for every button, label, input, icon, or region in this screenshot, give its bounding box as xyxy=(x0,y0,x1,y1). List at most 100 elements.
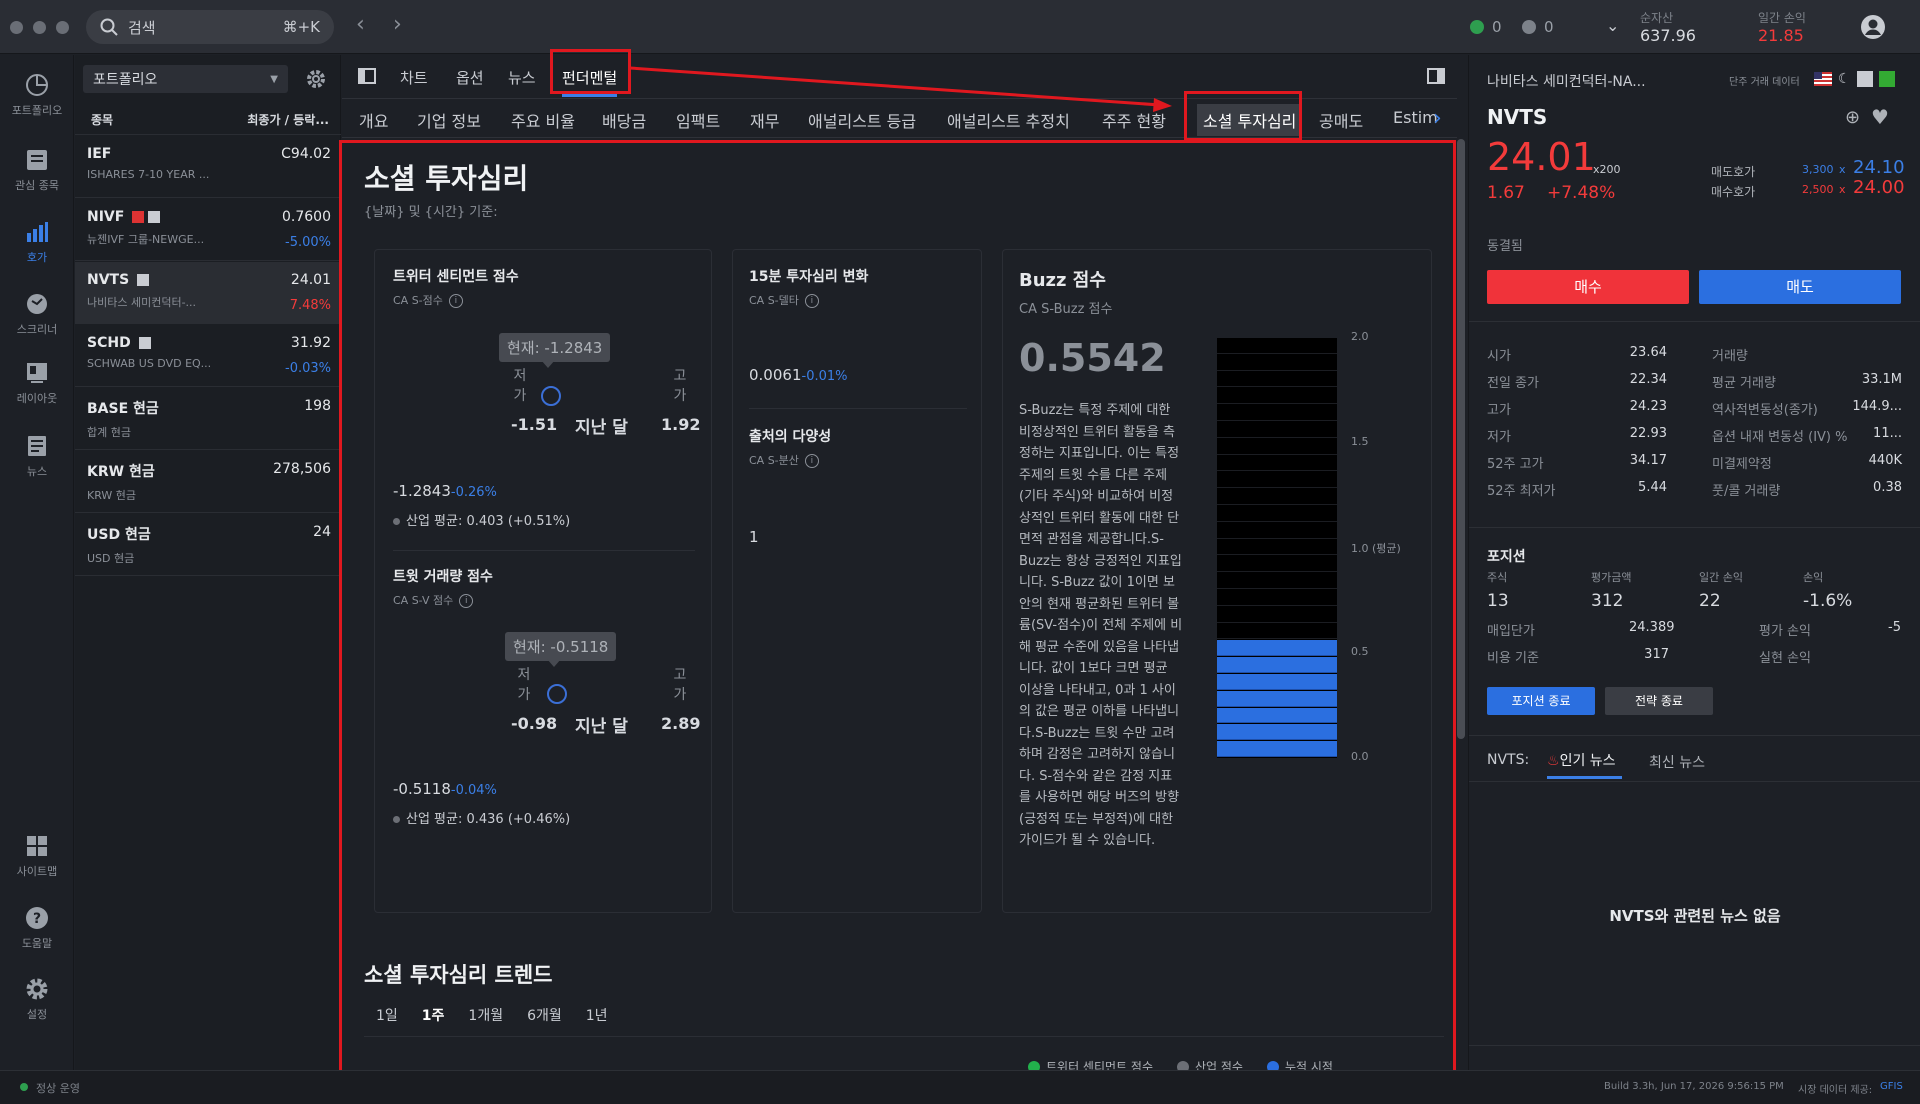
quote-panel: 나비타스 세미컨덕터-NA... 단주 거래 데이터 ☾ NVTS ⊕ ♥ 24… xyxy=(1468,55,1920,1070)
tab-news[interactable]: 뉴스 xyxy=(508,67,536,88)
stat-row: 미결제약정 440K xyxy=(1712,453,1902,475)
chart-icon xyxy=(1878,71,1895,87)
status-count-2: 0 xyxy=(1544,18,1554,36)
panel-toggle-icon[interactable] xyxy=(358,68,376,84)
stat-label: 미결제약정 xyxy=(1712,457,1772,472)
account-avatar-icon[interactable] xyxy=(1860,14,1886,40)
layout-toggle-icon[interactable] xyxy=(1427,68,1445,84)
daily-pnl: 일간 손익 21.85 xyxy=(1758,9,1806,45)
rail-news[interactable]: 뉴스 xyxy=(0,433,74,479)
divider xyxy=(1469,781,1920,782)
position-daily-header: 일간 손익 xyxy=(1699,571,1743,584)
green-status-icon xyxy=(1470,20,1484,34)
rail-sitemap[interactable]: 사이트맵 xyxy=(0,833,74,879)
check-status-icon xyxy=(1522,20,1536,34)
window-minimize-button[interactable] xyxy=(33,21,46,34)
main-scrollbar[interactable] xyxy=(1457,139,1465,739)
sell-button[interactable]: 매도 xyxy=(1699,270,1901,304)
tab-key-ratios[interactable]: 주요 비율 xyxy=(511,108,575,132)
data-provider[interactable]: GFIS xyxy=(1880,1081,1903,1092)
search-box[interactable]: 검색 ⌘+K xyxy=(86,10,334,44)
stat-label: 시가 xyxy=(1487,349,1511,364)
position-pnl: -1.6% xyxy=(1803,591,1853,611)
stat-row: 저가 22.93 xyxy=(1487,426,1667,448)
position-qty: 13 xyxy=(1487,591,1509,611)
screener-icon xyxy=(27,294,47,314)
rail-layout[interactable]: 레이아웃 xyxy=(0,360,74,406)
heart-icon[interactable]: ♥ xyxy=(1871,105,1889,129)
rail-quote[interactable]: 호가 xyxy=(0,219,74,265)
window-close-button[interactable] xyxy=(10,21,23,34)
list-item[interactable]: KRW 현금 KRW 현금 278,506 xyxy=(75,451,341,513)
square-icon xyxy=(1856,71,1873,87)
portfolio-dropdown[interactable]: 포트폴리오 ▼ xyxy=(83,65,288,93)
position-title: 포지션 xyxy=(1487,549,1526,565)
tab-latest-news[interactable]: 최신 뉴스 xyxy=(1649,752,1705,772)
sitemap-icon xyxy=(27,836,47,856)
tab-short-selling[interactable]: 공매도 xyxy=(1319,108,1363,132)
stat-value: 22.34 xyxy=(1629,372,1667,387)
stat-value: 23.64 xyxy=(1629,345,1667,360)
tab-company-info[interactable]: 기업 정보 xyxy=(417,108,481,132)
data-provider-label: 시장 데이터 제공: xyxy=(1798,1085,1873,1096)
last-price: 24.01 xyxy=(1487,135,1596,179)
tag-icon xyxy=(138,337,151,349)
item-change: 7.48% xyxy=(289,298,331,313)
list-item[interactable]: BASE 현금 합계 현금 198 xyxy=(75,388,341,450)
item-price: 31.92 xyxy=(290,335,331,351)
rail-screener[interactable]: 스크리너 xyxy=(0,291,74,337)
realized-label: 실현 손익 xyxy=(1759,651,1811,666)
company-name: 나비타스 세미컨덕터-NA... xyxy=(1487,74,1646,90)
stat-value: 34.17 xyxy=(1629,453,1667,468)
status-bar: 정상 운영 Build 3.3h, Jun 17, 2026 9:56:15 P… xyxy=(0,1070,1920,1104)
bid-size: 2,500 xyxy=(1802,183,1834,196)
unrealized-value: -5 xyxy=(1888,620,1901,635)
tab-options[interactable]: 옵션 xyxy=(456,67,484,88)
window-zoom-button[interactable] xyxy=(56,21,69,34)
stat-label: 고가 xyxy=(1487,403,1511,418)
price-multiplier: x200 xyxy=(1593,163,1621,176)
back-arrow-icon[interactable]: ‹ xyxy=(356,12,365,37)
buy-button[interactable]: 매수 xyxy=(1487,270,1689,304)
forward-arrow-icon[interactable]: › xyxy=(393,12,402,37)
stat-value: 22.93 xyxy=(1629,426,1667,441)
bid-x: x xyxy=(1839,183,1846,196)
quote-symbol: NVTS xyxy=(1487,105,1548,129)
item-price: 24 xyxy=(313,524,331,540)
col-price-header[interactable]: 최종가 / 등락... xyxy=(247,111,329,128)
gear-icon[interactable] xyxy=(305,68,327,90)
rail-watchlist[interactable]: 관심 종목 xyxy=(0,147,74,193)
rail-portfolio[interactable]: 포트폴리오 xyxy=(0,72,74,118)
position-pnl-header: 손익 xyxy=(1803,571,1824,584)
portfolio-panel: 포트폴리오 ▼ 종목 최종가 / 등락... IEF ISHARES 7-10 … xyxy=(75,55,341,1070)
bid-label: 매수호가 xyxy=(1711,185,1756,199)
col-symbol-header[interactable]: 종목 xyxy=(91,111,113,128)
list-item[interactable]: IEF ISHARES 7-10 YEAR ... C94.02 xyxy=(75,136,341,198)
list-item[interactable]: USD 현금 USD 현금 24 xyxy=(75,514,341,576)
data-label: 단주 거래 데이터 xyxy=(1729,77,1800,88)
portfolio-header: 종목 최종가 / 등락... xyxy=(75,105,341,135)
moon-icon: ☾ xyxy=(1838,71,1851,87)
portfolio-dropdown-label: 포트폴리오 xyxy=(93,72,158,88)
search-placeholder: 검색 xyxy=(128,18,156,37)
chevron-right-icon[interactable]: › xyxy=(1433,106,1442,131)
add-icon[interactable]: ⊕ xyxy=(1845,107,1860,128)
close-strategy-button[interactable]: 전략 종료 xyxy=(1605,687,1713,715)
list-item[interactable]: SCHD SCHWAB US DVD EQ... 31.92 -0.03% xyxy=(75,325,341,387)
close-position-button[interactable]: 포지션 종료 xyxy=(1487,687,1595,715)
rail-help[interactable]: ? 도움말 xyxy=(0,905,74,951)
chevron-down-icon[interactable]: ⌄ xyxy=(1606,16,1619,35)
list-item-selected[interactable]: NVTS 나비타스 세미컨덕터-... 24.01 7.48% xyxy=(75,262,341,324)
status-dot-icon xyxy=(20,1083,28,1091)
left-rail: 포트폴리오 관심 종목 호가 스크리너 레이아웃 뉴스 사이트맵 ? 도움말 설… xyxy=(0,55,74,1070)
tab-chart[interactable]: 차트 xyxy=(400,67,428,88)
rail-label: 설정 xyxy=(26,1008,48,1021)
tab-top-news[interactable]: ♨인기 뉴스 xyxy=(1547,750,1622,779)
list-item[interactable]: NIVF 뉴젠IVF 그룹-NEWGE... 0.7600 -5.00% xyxy=(75,199,341,261)
trading-status: 동결됨 xyxy=(1487,239,1523,254)
us-flag-icon xyxy=(1814,72,1832,86)
item-name: ISHARES 7-10 YEAR ... xyxy=(87,168,210,181)
cost-basis: 317 xyxy=(1644,647,1669,662)
tab-overview[interactable]: 개요 xyxy=(359,108,388,132)
rail-settings[interactable]: 설정 xyxy=(0,976,74,1022)
